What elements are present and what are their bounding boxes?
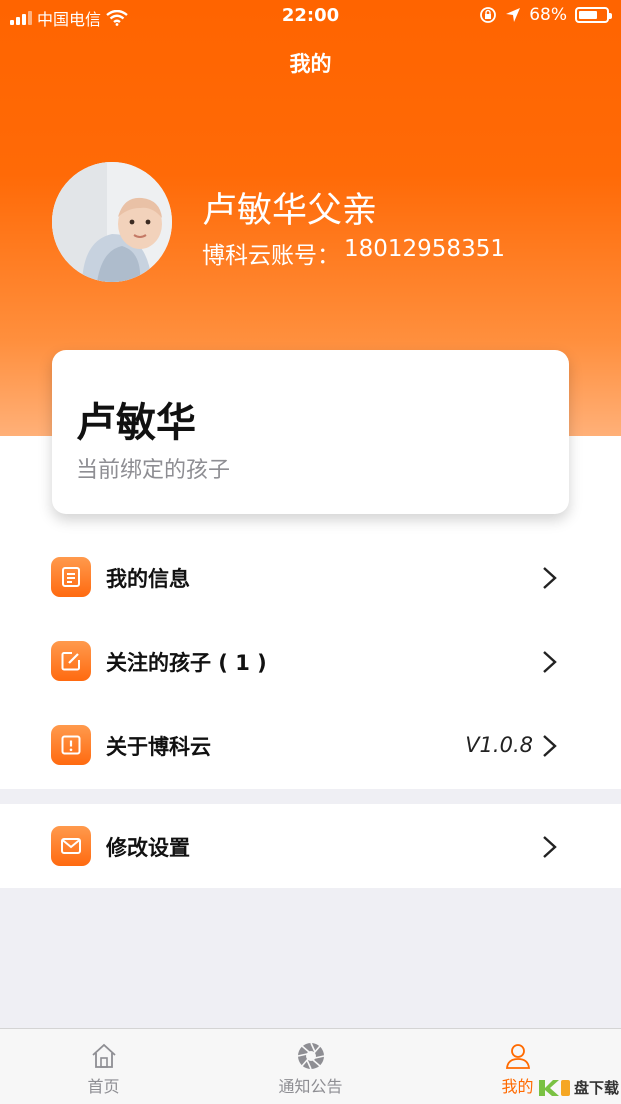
location-arrow-icon bbox=[506, 8, 521, 22]
child-subtitle: 当前绑定的孩子 bbox=[76, 458, 231, 483]
baby-photo-icon bbox=[52, 162, 172, 282]
profile-name: 卢敏华父亲 bbox=[202, 191, 378, 231]
tab-home[interactable]: 首页 bbox=[0, 1029, 207, 1104]
tab-notices[interactable]: 通知公告 bbox=[207, 1029, 414, 1104]
rotation-lock-icon bbox=[480, 7, 497, 23]
account-line: 博科云账号： 18012958351 bbox=[202, 236, 505, 270]
menu-item-my-info[interactable]: 我的信息 bbox=[0, 535, 621, 619]
menu-item-label: 我的信息 bbox=[106, 567, 190, 591]
chevron-right-icon bbox=[543, 651, 557, 673]
account-label: 博科云账号： bbox=[202, 243, 340, 269]
page-title: 我的 bbox=[289, 52, 332, 76]
mail-icon bbox=[51, 826, 91, 866]
tab-label: 首页 bbox=[87, 1077, 120, 1096]
battery-percent: 68% bbox=[529, 5, 567, 25]
battery-level bbox=[579, 11, 597, 19]
chevron-right-icon bbox=[543, 836, 557, 858]
tab-label: 通知公告 bbox=[278, 1077, 343, 1096]
document-icon bbox=[51, 557, 91, 597]
menu-item-about[interactable]: 关于博科云 V1.0.8 bbox=[0, 703, 621, 787]
status-bar-right: 68% bbox=[479, 5, 612, 25]
person-icon bbox=[505, 1044, 530, 1069]
watermark-icon bbox=[538, 1080, 570, 1096]
account-number: 18012958351 bbox=[344, 236, 505, 262]
watermark-logo: 盘下载 bbox=[537, 1076, 619, 1098]
menu-item-label: 关于博科云 bbox=[106, 735, 211, 759]
battery-icon bbox=[575, 7, 612, 23]
shutter-icon bbox=[297, 1042, 324, 1070]
menu-item-followed-children[interactable]: 关注的孩子 ( 1 ) bbox=[0, 619, 621, 703]
chevron-right-icon bbox=[543, 735, 557, 757]
menu-item-label: 修改设置 bbox=[106, 836, 190, 860]
tab-label: 我的 bbox=[501, 1077, 534, 1096]
app-version: V1.0.8 bbox=[465, 733, 533, 757]
avatar[interactable] bbox=[52, 162, 172, 282]
child-name: 卢敏华 bbox=[76, 400, 196, 446]
home-icon bbox=[91, 1043, 116, 1068]
menu-item-settings[interactable]: 修改设置 bbox=[0, 804, 621, 888]
chevron-right-icon bbox=[543, 567, 557, 589]
bound-child-card[interactable]: 卢敏华 当前绑定的孩子 bbox=[52, 350, 569, 514]
status-bar: 中国电信 22:00 68% bbox=[0, 0, 621, 32]
menu-item-label: 关注的孩子 ( 1 ) bbox=[106, 651, 267, 675]
watermark-text: 盘下载 bbox=[573, 1078, 619, 1097]
exclamation-icon bbox=[51, 725, 91, 765]
tab-bar: 首页 通知公告 我的 盘下载 bbox=[0, 1028, 621, 1104]
edit-icon bbox=[51, 641, 91, 681]
